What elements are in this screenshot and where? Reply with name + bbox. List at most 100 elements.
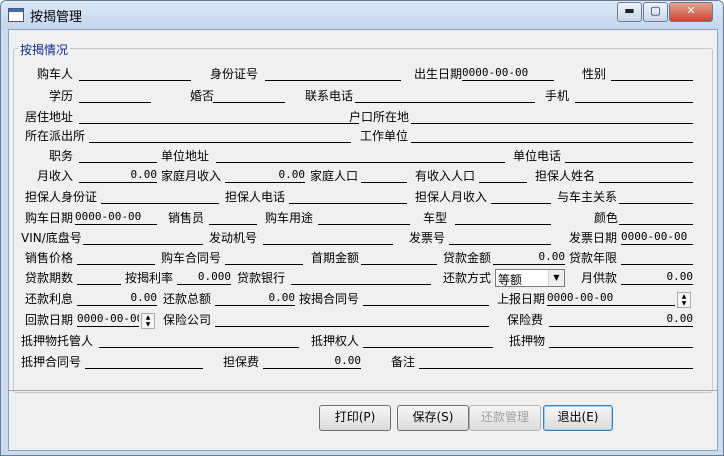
id-no-label: 身份证号 xyxy=(210,67,259,81)
work-unit-field[interactable] xyxy=(411,128,693,143)
contract-no-field[interactable] xyxy=(225,250,303,265)
sale-price-field[interactable] xyxy=(77,250,155,265)
relation-label: 与车主关系 xyxy=(557,190,618,204)
mortgage-contract-label: 按揭合同号 xyxy=(299,292,360,306)
invoice-no-label: 发票号 xyxy=(409,231,446,245)
family-size-field[interactable] xyxy=(361,168,407,183)
invoice-no-field[interactable] xyxy=(449,230,551,245)
buyer-field[interactable] xyxy=(79,66,191,81)
repay-total-field[interactable]: 0.00 xyxy=(215,291,295,306)
family-income-field[interactable]: 0.00 xyxy=(225,168,305,183)
loan-periods-label: 贷款期数 xyxy=(25,271,74,285)
guarantor-name-field[interactable] xyxy=(599,168,693,183)
address-field[interactable] xyxy=(79,109,359,124)
mobile-field[interactable] xyxy=(575,88,693,103)
engine-no-field[interactable] xyxy=(263,230,393,245)
loan-bank-field[interactable] xyxy=(291,270,431,285)
spin-up-icon[interactable]: ▲ xyxy=(142,314,154,321)
remarks-label: 备注 xyxy=(391,355,416,369)
return-date-spinner[interactable]: ▲ ▼ xyxy=(141,313,155,329)
unit-phone-label: 单位电话 xyxy=(513,149,562,163)
window-icon xyxy=(8,8,24,22)
household-addr-label: 户口所在地 xyxy=(349,110,410,124)
marital-label: 婚否 xyxy=(190,89,215,103)
phone-field[interactable] xyxy=(355,88,535,103)
repay-method-select[interactable]: 等额 ▼ xyxy=(495,269,565,287)
minimize-button[interactable]: ▬ xyxy=(617,2,642,22)
earners-field[interactable] xyxy=(479,168,527,183)
purchase-date-field[interactable]: 0000-00-00 xyxy=(75,210,157,225)
monthly-income-label: 月收入 xyxy=(37,169,74,183)
id-no-field[interactable] xyxy=(265,66,401,81)
maximize-button[interactable]: ▢ xyxy=(643,2,668,22)
print-button[interactable]: 打印(P) xyxy=(319,405,391,431)
insurer-field[interactable] xyxy=(215,312,489,327)
chevron-down-icon[interactable]: ▼ xyxy=(548,270,564,286)
position-field[interactable] xyxy=(79,148,157,163)
loan-years-field[interactable] xyxy=(621,250,693,265)
down-payment-label: 首期金额 xyxy=(311,251,360,265)
guarantee-fee-field[interactable]: 0.00 xyxy=(263,354,361,369)
pledgee-label: 抵押权人 xyxy=(311,334,360,348)
invoice-date-field[interactable]: 0000-00-00 xyxy=(621,230,693,245)
mortgage-rate-field[interactable]: 0.000 xyxy=(177,270,231,285)
premium-field[interactable]: 0.00 xyxy=(549,312,693,327)
earners-label: 有收入人口 xyxy=(415,169,476,183)
police-station-field[interactable] xyxy=(89,128,351,143)
title-bar: 按揭管理 ▬ ▢ ✕ xyxy=(1,1,723,29)
pledge-trustee-field[interactable] xyxy=(99,333,299,348)
education-field[interactable] xyxy=(79,88,151,103)
position-label: 职务 xyxy=(49,149,74,163)
report-date-spinner[interactable]: ▲ ▼ xyxy=(677,292,691,308)
guarantor-income-field[interactable] xyxy=(491,189,551,204)
relation-field[interactable] xyxy=(619,189,693,204)
loan-amount-label: 贷款金额 xyxy=(443,251,492,265)
repay-method-label: 还款方式 xyxy=(443,271,492,285)
pledge-contract-field[interactable] xyxy=(85,354,203,369)
salesperson-field[interactable] xyxy=(209,210,257,225)
color-field[interactable] xyxy=(619,210,693,225)
purpose-field[interactable] xyxy=(318,210,410,225)
premium-label: 保险费 xyxy=(507,313,544,327)
monthly-payment-field[interactable]: 0.00 xyxy=(621,270,693,285)
guarantor-id-label: 担保人身份证 xyxy=(25,190,98,204)
unit-address-field[interactable] xyxy=(216,148,505,163)
spin-down-icon[interactable]: ▼ xyxy=(142,321,154,328)
vin-field[interactable] xyxy=(83,230,203,245)
marital-field[interactable] xyxy=(213,88,285,103)
report-date-field[interactable]: 0000-00-00 xyxy=(547,291,675,306)
spin-up-icon[interactable]: ▲ xyxy=(678,293,690,300)
return-date-field[interactable]: 0000-00-00 xyxy=(77,312,139,327)
repay-interest-field[interactable]: 0.00 xyxy=(77,291,157,306)
remarks-field[interactable] xyxy=(419,354,693,369)
vin-label: VIN/底盘号 xyxy=(21,231,82,245)
gender-field[interactable] xyxy=(611,66,693,81)
insurer-label: 保险公司 xyxy=(163,313,212,327)
model-field[interactable] xyxy=(455,210,551,225)
loan-years-label: 贷款年限 xyxy=(569,251,618,265)
household-addr-field[interactable] xyxy=(411,109,693,124)
pledge-field[interactable] xyxy=(549,333,693,348)
loan-amount-field[interactable]: 0.00 xyxy=(493,250,565,265)
guarantor-phone-field[interactable] xyxy=(289,189,407,204)
family-income-label: 家庭月收入 xyxy=(161,169,222,183)
monthly-payment-label: 月供款 xyxy=(581,271,618,285)
repay-manage-button[interactable]: 还款管理 xyxy=(469,405,541,431)
monthly-income-field[interactable]: 0.00 xyxy=(79,168,157,183)
exit-button[interactable]: 退出(E) xyxy=(543,405,613,431)
engine-no-label: 发动机号 xyxy=(209,231,258,245)
pledgee-field[interactable] xyxy=(363,333,493,348)
sale-price-label: 销售价格 xyxy=(25,251,74,265)
client-area: 按揭情况 购车人 身份证号 出生日期 0000-00-00 性别 学历 婚否 联… xyxy=(8,29,718,451)
save-button[interactable]: 保存(S) xyxy=(397,405,469,431)
unit-phone-field[interactable] xyxy=(565,148,693,163)
guarantor-id-field[interactable] xyxy=(101,189,219,204)
birth-date-label: 出生日期 xyxy=(414,67,463,81)
close-button[interactable]: ✕ xyxy=(669,2,713,22)
police-station-label: 所在派出所 xyxy=(25,129,86,143)
birth-date-field[interactable]: 0000-00-00 xyxy=(462,66,554,81)
down-payment-field[interactable] xyxy=(361,250,437,265)
mortgage-contract-field[interactable] xyxy=(363,291,489,306)
loan-periods-field[interactable] xyxy=(77,270,121,285)
spin-down-icon[interactable]: ▼ xyxy=(678,300,690,307)
